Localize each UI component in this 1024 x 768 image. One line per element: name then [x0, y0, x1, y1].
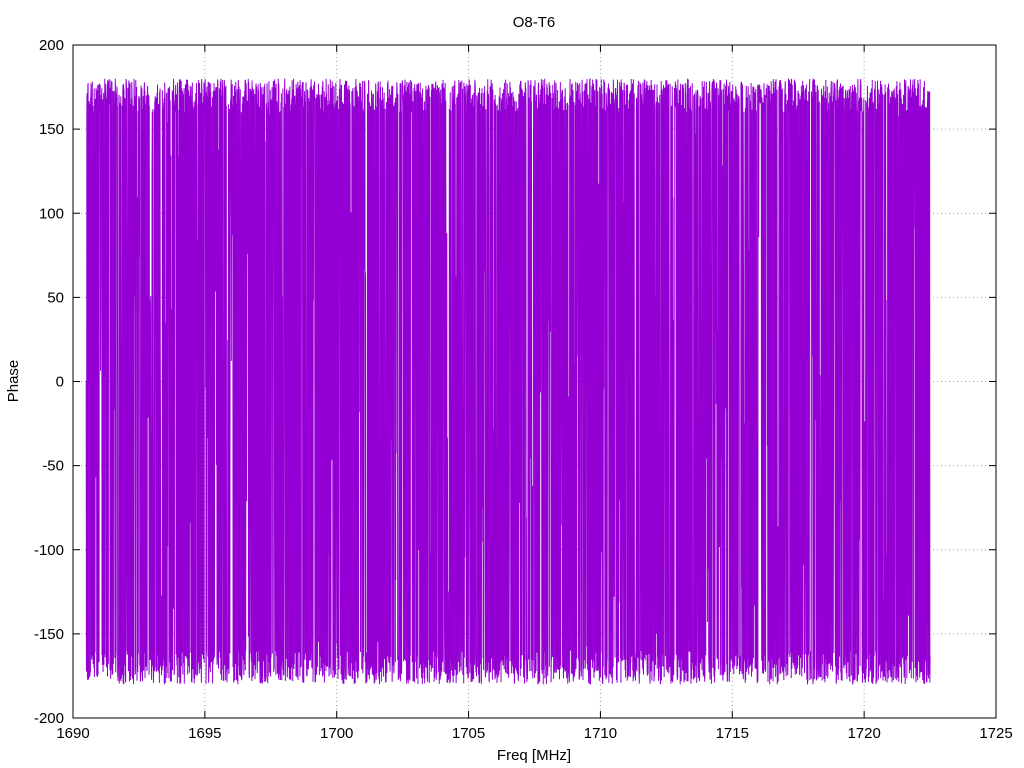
y-tick-label: 0 — [56, 374, 64, 391]
y-tick-label: -100 — [34, 542, 64, 559]
y-tick-labels: -200 -150 -100 -50 0 50 100 150 200 — [34, 37, 64, 727]
x-tick-labels: 1690 1695 1700 1705 1710 1715 1720 1725 — [56, 725, 1012, 742]
y-tick-label: -50 — [42, 458, 64, 475]
x-tick-label: 1715 — [716, 725, 749, 742]
y-tick-label: -200 — [34, 710, 64, 727]
x-axis-title: Freq [MHz] — [497, 747, 571, 764]
phase-series-line — [85, 78, 931, 685]
y-tick-label: 100 — [39, 205, 64, 222]
y-tick-label: 50 — [47, 289, 64, 306]
x-tick-label: 1720 — [847, 725, 880, 742]
y-tick-label: -150 — [34, 626, 64, 643]
series-layer — [85, 78, 931, 685]
x-tick-label: 1700 — [320, 725, 353, 742]
y-tick-label: 200 — [39, 37, 64, 54]
chart-title: O8-T6 — [513, 14, 556, 31]
phase-chart: O8-T6 1690 1695 1700 1705 1710 1715 1720 1725 -… — [5, 14, 1013, 764]
x-tick-label: 1690 — [56, 725, 89, 742]
y-axis-title: Phase — [5, 360, 22, 403]
x-tick-label: 1725 — [979, 725, 1012, 742]
x-tick-label: 1695 — [188, 725, 221, 742]
x-tick-label: 1710 — [584, 725, 617, 742]
y-tick-label: 150 — [39, 121, 64, 138]
x-tick-label: 1705 — [452, 725, 485, 742]
